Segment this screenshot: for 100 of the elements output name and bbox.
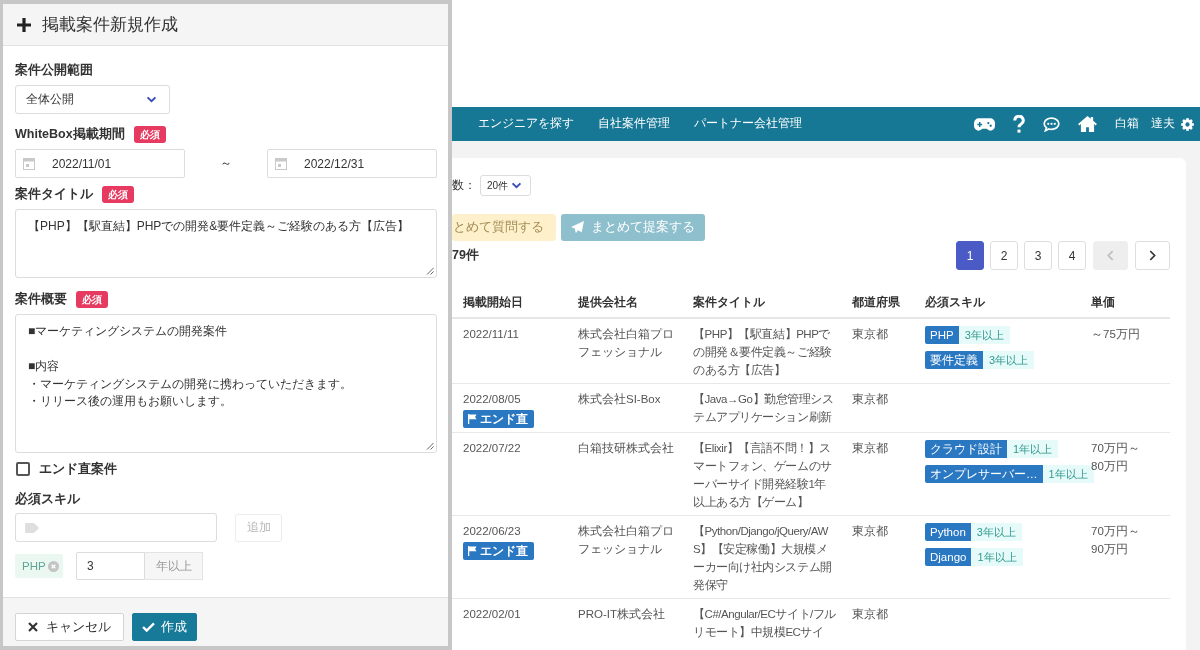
end-direct-checkbox[interactable]	[16, 462, 30, 476]
gamepad-icon[interactable]	[974, 117, 995, 131]
posting-date: 2022/11/11	[463, 327, 519, 342]
summary-line: ■内容	[28, 358, 60, 375]
column-header: 提供会社名	[578, 294, 638, 311]
field-label: 案件公開範囲	[15, 61, 93, 79]
company-name: 株式会社白箱プロフェッショナル	[578, 327, 675, 360]
nav-link[interactable]: エンジニアを探す	[478, 116, 574, 132]
end-date-field[interactable]: 2022/12/31	[267, 149, 437, 178]
page-button[interactable]: 3	[1024, 241, 1052, 270]
skill-input-field[interactable]	[15, 513, 217, 542]
result-count: 79件	[452, 247, 479, 264]
prefecture-name: 東京都	[852, 441, 888, 456]
prefecture-name: 東京都	[852, 327, 888, 342]
skill-tag: クラウド設計	[925, 440, 1007, 458]
required-tag: 必須	[76, 290, 108, 308]
years-input[interactable]: 3	[76, 552, 145, 580]
page-button[interactable]: 4	[1058, 241, 1086, 270]
unit-price: ～75万円	[1091, 327, 1140, 342]
field-label: 案件概要	[15, 290, 67, 308]
summary-line: ■マーケティングシステムの開発案件	[28, 323, 228, 340]
visibility-select[interactable]: 全体公開	[15, 85, 170, 114]
job-title: 【PHP】【駅直結】PHPでの開発＆要件定義～ご経験のある方【広告】	[693, 327, 833, 378]
skill-name: PHP	[22, 560, 46, 572]
paper-plane-icon	[571, 221, 584, 234]
column-header: 必須スキル	[925, 294, 985, 311]
page-button[interactable]: 1	[956, 241, 984, 270]
summary-line: ・リリース後の運用もお願いします。	[28, 393, 232, 410]
settings-icon[interactable]	[1181, 117, 1194, 131]
next-page-button[interactable]	[1135, 241, 1170, 270]
company-name: 株式会社SI-Box	[578, 392, 661, 407]
field-label: 案件タイトル	[15, 185, 93, 203]
years-tag: 3年以上	[983, 351, 1035, 369]
create-button[interactable]: 作成	[132, 613, 197, 641]
skill-tag: オンプレサーバー…	[925, 465, 1043, 483]
job-title: 【C#/Angular/ECサイト/フルリモート】中規模ECサイ	[693, 607, 837, 640]
field-label: WhiteBox掲載期間	[15, 125, 125, 143]
prefecture-name: 東京都	[852, 524, 888, 539]
check-icon	[142, 622, 155, 632]
chevron-left-icon	[1107, 250, 1114, 261]
resize-grip-icon[interactable]	[426, 442, 434, 450]
title-textarea[interactable]: 【PHP】【駅直結】PHPでの開発&要件定義～ご経験のある方【広告】	[15, 209, 437, 278]
years-tag: 1年以上	[1007, 440, 1059, 458]
calendar-icon	[275, 157, 287, 170]
cancel-button[interactable]: キャンセル	[15, 613, 124, 641]
chevron-down-icon	[146, 96, 157, 103]
years-tag: 1年以上	[971, 548, 1023, 566]
tag-icon	[25, 522, 39, 533]
skill-tag: 要件定義	[925, 351, 983, 369]
skill-tag: Python	[925, 523, 971, 541]
job-title: 【Elixir】【言語不問！】スマートフォン、ゲームのサーバーサイド開発経験1年以上ある方【ゲーム】	[693, 441, 833, 510]
required-tag: 必須	[133, 125, 166, 143]
unit-price: 70万円～90万円	[1091, 524, 1141, 557]
tag-text: エンド直	[480, 412, 528, 427]
chat-icon[interactable]	[1043, 116, 1060, 132]
checkbox-label: エンド直案件	[39, 460, 117, 478]
calendar-icon	[23, 157, 35, 170]
chevron-right-icon	[1149, 250, 1156, 261]
flag-icon	[468, 546, 477, 556]
per-page-label: 数：	[452, 177, 476, 194]
plus-icon	[17, 17, 31, 32]
column-header: 掲載開始日	[463, 294, 523, 311]
flag-icon	[468, 414, 477, 424]
field-label: 必須スキル	[15, 490, 80, 508]
home-icon[interactable]	[1078, 116, 1097, 132]
company-name: 株式会社白箱プロフェッショナル	[578, 524, 675, 557]
posting-date: 2022/02/01	[463, 607, 521, 622]
per-page-select[interactable]: 20件	[480, 175, 531, 196]
years-tag: 3年以上	[970, 523, 1022, 541]
posting-date: 2022/06/23	[463, 524, 521, 539]
summary-line: ・マーケティングシステムの開発に携わっていただきます。	[28, 375, 352, 393]
column-header: 案件タイトル	[693, 294, 765, 311]
skill-tag: PHP	[925, 326, 959, 344]
years-tag: 3年以上	[958, 326, 1010, 344]
company-name: PRO-IT株式会社	[578, 607, 665, 622]
posting-date: 2022/07/22	[463, 441, 521, 456]
skill-tag: Django	[925, 548, 972, 566]
user-name-link[interactable]: 白箱 達夫	[1115, 116, 1175, 132]
summary-textarea[interactable]: ■マーケティングシステムの開発案件 ■内容 ・マーケティングシステムの開発に携わっていただきます。 ・リリース後の運用もお願いします。	[15, 314, 437, 453]
prefecture-name: 東京都	[852, 607, 888, 622]
chevron-down-icon	[511, 182, 522, 189]
posting-date: 2022/08/05	[463, 392, 521, 407]
start-date-field[interactable]: 2022/11/01	[15, 149, 185, 178]
company-name: 白箱技研株式会社	[578, 441, 674, 456]
job-title: 【Python/Django/jQuery/AWS】【安定稼働】大規模メーカー向け社内システム開発保守	[693, 524, 833, 593]
tag-text: エンド直	[480, 544, 528, 559]
close-icon	[28, 622, 38, 632]
help-icon[interactable]	[1013, 115, 1025, 133]
nav-link[interactable]: パートナー会社管理	[694, 116, 802, 132]
prefecture-name: 東京都	[852, 392, 888, 407]
page-button[interactable]: 2	[990, 241, 1018, 270]
range-separator: ～	[220, 155, 232, 172]
unit-addon: 年以上	[145, 552, 203, 580]
job-title: 【Java→Go】勤怠管理システムアプリケーション刷新	[693, 392, 835, 425]
nav-link[interactable]: 自社案件管理	[598, 116, 670, 132]
column-header: 単価	[1091, 294, 1115, 311]
required-tag: 必須	[102, 185, 134, 203]
resize-grip-icon[interactable]	[426, 267, 434, 275]
column-header: 都道府県	[852, 294, 900, 311]
panel-title: 掲載案件新規作成	[42, 14, 178, 36]
